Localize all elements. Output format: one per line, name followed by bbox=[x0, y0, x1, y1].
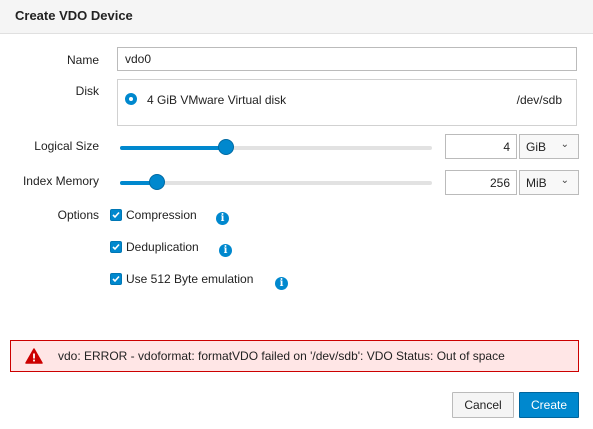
cancel-button[interactable]: Cancel bbox=[452, 392, 514, 418]
name-label: Name bbox=[66, 53, 99, 67]
disk-path: /dev/sdb bbox=[516, 93, 562, 107]
index-memory-label: Index Memory bbox=[22, 174, 99, 188]
info-icon[interactable]: i bbox=[216, 212, 229, 225]
index-memory-unit-select[interactable]: MiB ⌄ bbox=[519, 170, 579, 195]
logical-size-slider-handle[interactable] bbox=[218, 139, 234, 155]
emulation-512-label: Use 512 Byte emulation bbox=[126, 272, 254, 286]
name-input[interactable] bbox=[117, 47, 577, 71]
index-memory-unit-value: MiB bbox=[526, 176, 547, 190]
disk-radio[interactable] bbox=[125, 93, 137, 105]
logical-size-input[interactable] bbox=[445, 134, 517, 159]
chevron-down-icon: ⌄ bbox=[560, 175, 569, 186]
create-vdo-dialog: Create VDO Device Name Disk 4 GiB VMware… bbox=[0, 0, 593, 429]
deduplication-checkbox[interactable] bbox=[110, 241, 122, 253]
index-memory-slider-handle[interactable] bbox=[149, 174, 165, 190]
deduplication-label: Deduplication bbox=[126, 240, 199, 254]
logical-size-slider-fill bbox=[120, 146, 226, 150]
dialog-title: Create VDO Device bbox=[15, 8, 133, 23]
chevron-down-icon: ⌄ bbox=[560, 139, 569, 150]
disk-list: 4 GiB VMware Virtual disk /dev/sdb bbox=[117, 79, 577, 126]
create-button[interactable]: Create bbox=[519, 392, 579, 418]
info-icon[interactable]: i bbox=[219, 244, 232, 257]
dialog-header: Create VDO Device bbox=[0, 0, 593, 34]
options-label: Options bbox=[57, 208, 99, 222]
disk-label: Disk bbox=[75, 84, 99, 98]
index-memory-input[interactable] bbox=[445, 170, 517, 195]
logical-size-unit-select[interactable]: GiB ⌄ bbox=[519, 134, 579, 159]
warning-triangle-icon bbox=[25, 348, 43, 367]
logical-size-slider[interactable] bbox=[120, 139, 432, 155]
disk-name: 4 GiB VMware Virtual disk bbox=[147, 93, 287, 107]
error-alert: vdo: ERROR - vdoformat: formatVDO failed… bbox=[10, 340, 579, 372]
disk-option[interactable]: 4 GiB VMware Virtual disk /dev/sdb bbox=[118, 80, 576, 125]
index-memory-slider[interactable] bbox=[120, 174, 432, 190]
logical-size-label: Logical Size bbox=[34, 139, 99, 153]
compression-label: Compression bbox=[126, 208, 197, 222]
error-message: vdo: ERROR - vdoformat: formatVDO failed… bbox=[58, 349, 505, 363]
logical-size-unit-value: GiB bbox=[526, 140, 547, 154]
info-icon[interactable]: i bbox=[275, 277, 288, 290]
compression-checkbox[interactable] bbox=[110, 209, 122, 221]
emulation-512-checkbox[interactable] bbox=[110, 273, 122, 285]
